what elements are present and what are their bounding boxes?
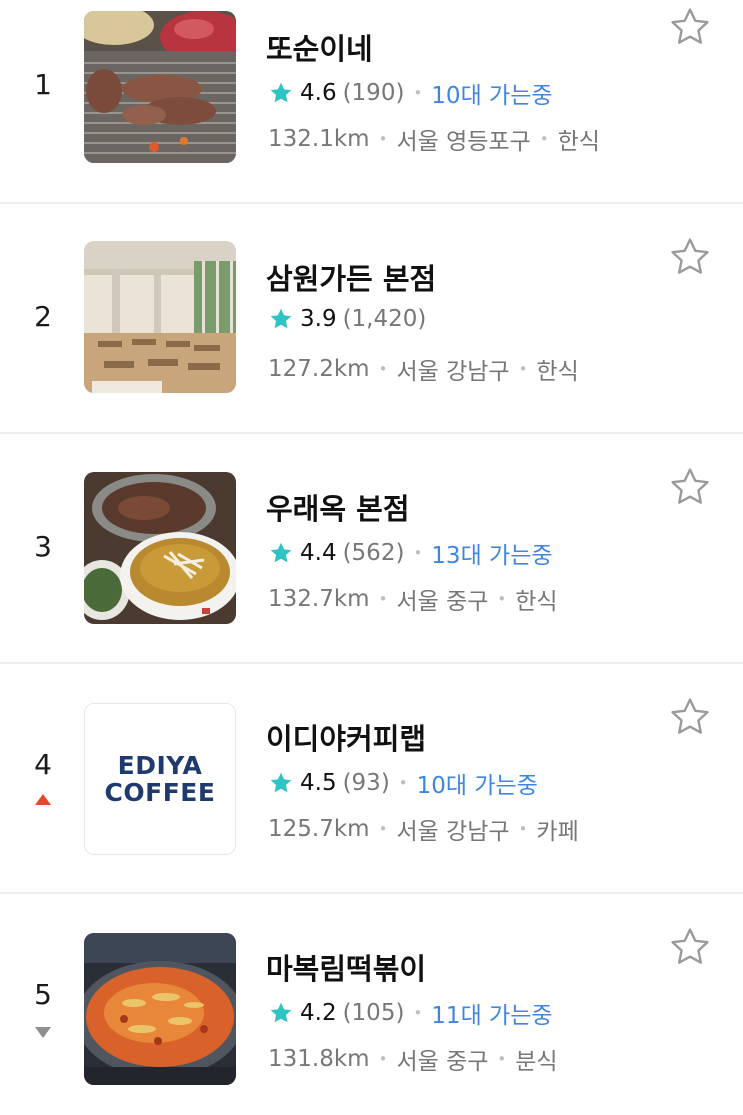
distance: 127.2km xyxy=(268,356,370,382)
rating-score: 4.5 xyxy=(300,770,337,796)
brand-logo-text: COFFEE xyxy=(104,778,216,807)
favorite-star-icon[interactable] xyxy=(668,5,712,49)
separator-dot: • xyxy=(378,130,388,148)
category: 한식 xyxy=(536,359,579,385)
favorite-star-icon[interactable] xyxy=(668,925,712,969)
rank-number: 4 xyxy=(34,748,52,781)
distance: 125.7km xyxy=(268,816,370,842)
divider xyxy=(0,892,743,894)
category: 분식 xyxy=(515,1049,558,1075)
separator-dot: • xyxy=(378,820,388,838)
divider xyxy=(0,202,743,204)
separator-dot: • xyxy=(497,1050,507,1068)
separator-dot: • xyxy=(398,774,408,792)
category: 한식 xyxy=(515,589,558,615)
list-item-3[interactable]: 3 우래옥 본점 4.4 (562) • 13대 가는중 132.7km • 서… xyxy=(0,460,743,690)
rating-row: 4.5 (93) • 10대 가는중 xyxy=(268,766,538,800)
separator-dot: • xyxy=(518,820,528,838)
separator-dot: • xyxy=(378,360,388,378)
visit-status: 10대 가는중 xyxy=(416,773,538,799)
rating-score: 4.2 xyxy=(300,1000,337,1026)
restaurant-name[interactable]: 삼원가든 본점 xyxy=(266,256,436,298)
rank-number: 5 xyxy=(34,978,52,1011)
favorite-star-icon[interactable] xyxy=(668,465,712,509)
location-row: 125.7km • 서울 강남구 • 카페 xyxy=(268,812,579,846)
separator-dot: • xyxy=(378,590,388,608)
divider xyxy=(0,432,743,434)
rank-number: 2 xyxy=(34,300,52,333)
visit-status: 10대 가는중 xyxy=(431,83,553,109)
list-item-4[interactable]: 4 EDIYA COFFEE 이디야커피랩 4.5 (93) • 10대 가는중… xyxy=(0,690,743,920)
favorite-star-icon[interactable] xyxy=(668,695,712,739)
rating-star-icon xyxy=(270,1002,292,1023)
rank-number: 1 xyxy=(34,68,52,101)
review-count: (562) xyxy=(342,540,405,566)
restaurant-name[interactable]: 이디야커피랩 xyxy=(266,716,426,758)
location-row: 131.8km • 서울 중구 • 분식 xyxy=(268,1042,558,1076)
distance: 131.8km xyxy=(268,1046,370,1072)
rating-star-icon xyxy=(270,772,292,793)
restaurant-thumbnail[interactable] xyxy=(84,11,236,163)
list-item-2[interactable]: 2 삼원가든 본점 3.9 (1,420) 127.2km • 서울 강남구 •… xyxy=(0,230,743,460)
rating-score: 4.6 xyxy=(300,80,337,106)
brand-logo-text: EDIYA xyxy=(117,751,203,780)
separator-dot: • xyxy=(518,360,528,378)
rating-row: 4.6 (190) • 10대 가는중 xyxy=(268,76,553,110)
location-row: 132.7km • 서울 중구 • 한식 xyxy=(268,582,558,616)
rating-star-icon xyxy=(270,542,292,563)
divider xyxy=(0,662,743,664)
restaurant-thumbnail[interactable] xyxy=(84,241,236,393)
visit-status: 13대 가는중 xyxy=(431,543,553,569)
rating-row: 4.2 (105) • 11대 가는중 xyxy=(268,996,553,1030)
separator-dot: • xyxy=(413,1004,423,1022)
restaurant-name[interactable]: 마복림떡볶이 xyxy=(266,946,426,988)
separator-dot: • xyxy=(539,130,549,148)
category: 한식 xyxy=(557,129,600,155)
area: 서울 강남구 xyxy=(396,819,510,845)
restaurant-name[interactable]: 우래옥 본점 xyxy=(266,486,410,528)
rating-row: 4.4 (562) • 13대 가는중 xyxy=(268,536,553,570)
rating-star-icon xyxy=(270,308,292,329)
rank-number: 3 xyxy=(34,530,52,563)
rank-down-icon xyxy=(35,1027,51,1038)
restaurant-thumbnail[interactable]: EDIYA COFFEE xyxy=(84,703,236,855)
area: 서울 강남구 xyxy=(396,359,510,385)
restaurant-ranking-list: 1 또순이네 4.6 (190) • 10대 가는중 132.1km • 서울 … xyxy=(0,0,743,1115)
rating-score: 4.4 xyxy=(300,540,337,566)
rank-up-icon xyxy=(35,794,51,805)
rating-row: 3.9 (1,420) xyxy=(268,306,426,332)
category: 카페 xyxy=(536,819,579,845)
area: 서울 중구 xyxy=(396,589,489,615)
list-item-1[interactable]: 1 또순이네 4.6 (190) • 10대 가는중 132.1km • 서울 … xyxy=(0,0,743,230)
restaurant-thumbnail[interactable] xyxy=(84,472,236,624)
restaurant-name[interactable]: 또순이네 xyxy=(266,26,373,68)
distance: 132.7km xyxy=(268,586,370,612)
review-count: (93) xyxy=(342,770,390,796)
location-row: 127.2km • 서울 강남구 • 한식 xyxy=(268,352,579,386)
restaurant-thumbnail[interactable] xyxy=(84,933,236,1085)
review-count: (190) xyxy=(342,80,405,106)
favorite-star-icon[interactable] xyxy=(668,235,712,279)
rating-star-icon xyxy=(270,82,292,103)
separator-dot: • xyxy=(413,84,423,102)
area: 서울 영등포구 xyxy=(396,129,531,155)
separator-dot: • xyxy=(378,1050,388,1068)
list-item-5[interactable]: 5 마복림떡볶이 4.2 (105) • 11대 가는중 131.8km • 서… xyxy=(0,920,743,1115)
location-row: 132.1km • 서울 영등포구 • 한식 xyxy=(268,122,600,156)
separator-dot: • xyxy=(413,544,423,562)
area: 서울 중구 xyxy=(396,1049,489,1075)
rating-score: 3.9 xyxy=(300,306,337,332)
separator-dot: • xyxy=(497,590,507,608)
distance: 132.1km xyxy=(268,126,370,152)
visit-status: 11대 가는중 xyxy=(431,1003,553,1029)
review-count: (105) xyxy=(342,1000,405,1026)
review-count: (1,420) xyxy=(342,306,427,332)
